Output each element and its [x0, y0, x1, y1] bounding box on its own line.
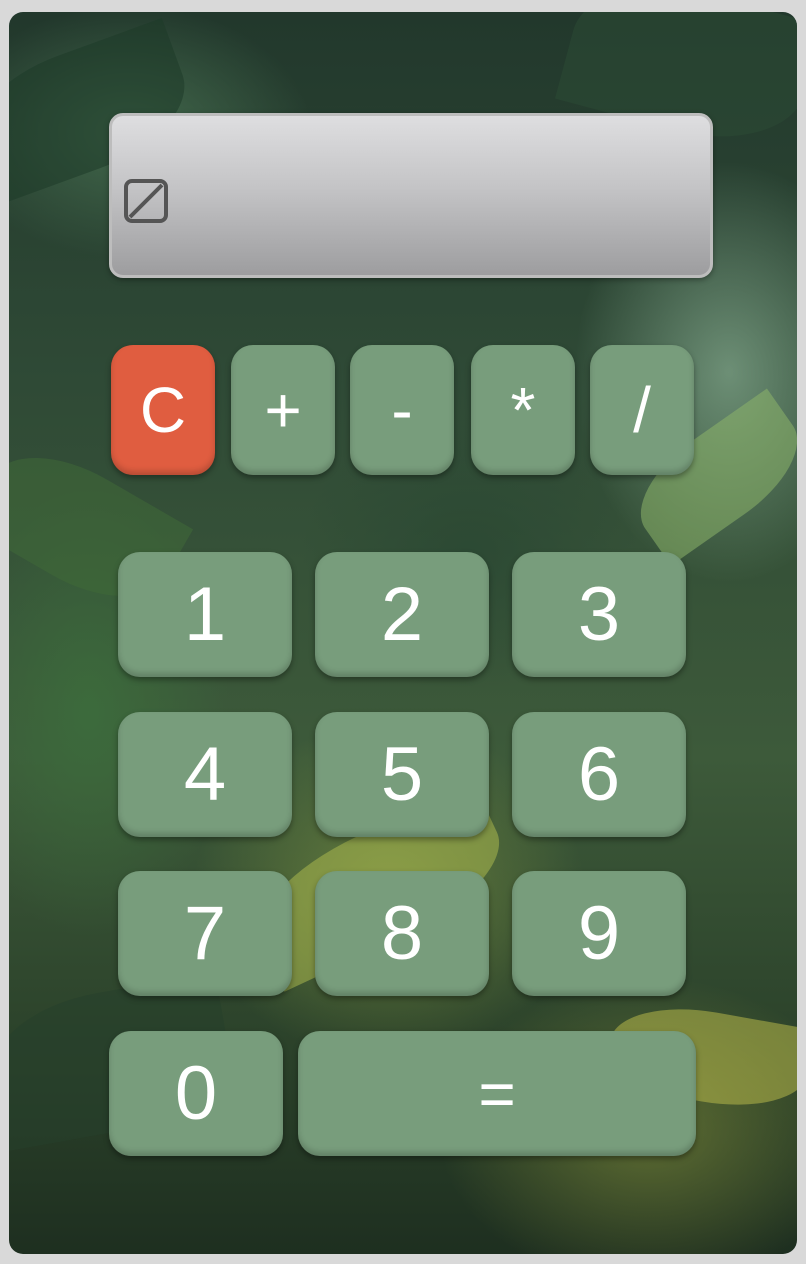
digit-2-button[interactable]: 2	[315, 552, 489, 677]
clear-button[interactable]: C	[111, 345, 215, 475]
minus-button[interactable]: -	[350, 345, 454, 475]
digit-9-button[interactable]: 9	[512, 871, 686, 996]
calculator-display	[109, 113, 713, 278]
broken-image-icon	[124, 179, 168, 223]
digit-5-button[interactable]: 5	[315, 712, 489, 837]
plus-button[interactable]: +	[231, 345, 335, 475]
digit-3-button[interactable]: 3	[512, 552, 686, 677]
divide-button[interactable]: /	[590, 345, 694, 475]
digit-4-button[interactable]: 4	[118, 712, 292, 837]
equals-button[interactable]: =	[298, 1031, 696, 1156]
digit-0-button[interactable]: 0	[109, 1031, 283, 1156]
calculator-background: C + - * / 1 2 3 4 5 6 7 8 9 0 =	[9, 12, 797, 1254]
digit-8-button[interactable]: 8	[315, 871, 489, 996]
digit-1-button[interactable]: 1	[118, 552, 292, 677]
digit-6-button[interactable]: 6	[512, 712, 686, 837]
digit-7-button[interactable]: 7	[118, 871, 292, 996]
multiply-button[interactable]: *	[471, 345, 575, 475]
